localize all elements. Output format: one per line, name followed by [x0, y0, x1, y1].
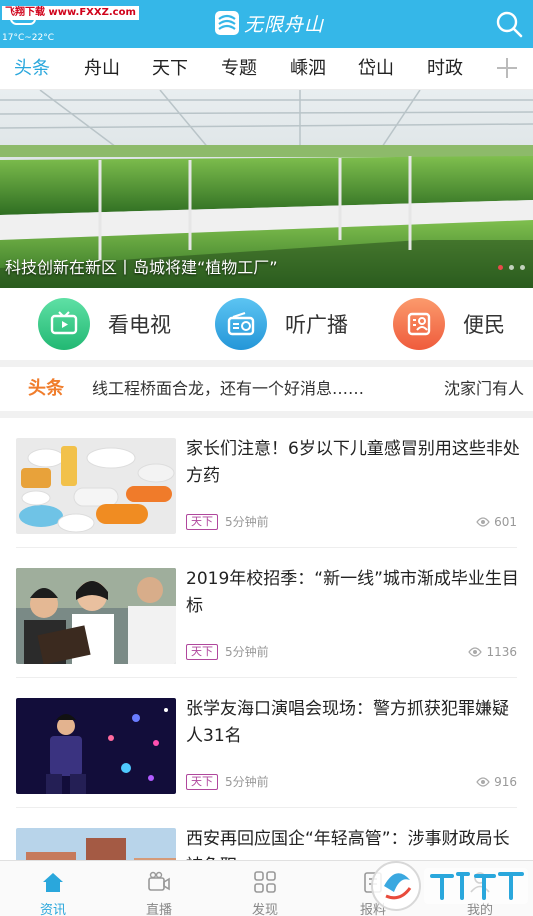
temperature-text: 17°C~22°C [2, 33, 55, 43]
tv-icon [38, 298, 90, 350]
news-tag: 天下 [186, 644, 218, 660]
tab-shengsi[interactable]: 嵊泗 [290, 48, 326, 90]
logo-wave-icon [215, 11, 239, 35]
news-time: 5分钟前 [225, 775, 269, 789]
headline-banner[interactable]: 科技创新在新区丨岛城将建“植物工厂” [0, 90, 533, 288]
video-camera-icon [148, 871, 170, 891]
news-time: 5分钟前 [225, 645, 269, 659]
news-thumbnail [16, 438, 176, 534]
news-title[interactable]: 家长们注意！6岁以下儿童感冒别用这些非处方药 [186, 436, 521, 490]
news-item[interactable]: 2019年校招季：“新一线”城市渐成毕业生目标 天下 5分钟前 1136 [0, 548, 533, 678]
home-icon [43, 873, 63, 892]
search-icon[interactable] [495, 10, 523, 38]
news-item[interactable]: 张学友海口演唱会现场：警方抓获犯罪嫌疑人31名 天下 5分钟前 916 [0, 678, 533, 808]
tab-zhuanti[interactable]: 专题 [221, 48, 257, 90]
news-tag: 天下 [186, 514, 218, 530]
news-title[interactable]: 2019年校招季：“新一线”城市渐成毕业生目标 [186, 566, 521, 620]
nav-live[interactable]: 直播 [106, 861, 212, 916]
nav-discover[interactable]: 发现 [212, 861, 318, 916]
tab-shizheng[interactable]: 时政 [427, 48, 463, 90]
nav-news-label: 资讯 [39, 903, 66, 916]
section-divider [0, 360, 533, 367]
convenience-label: 便民 [463, 313, 505, 337]
news-views: 1136 [468, 644, 517, 660]
eye-icon [476, 517, 490, 527]
add-tab-icon[interactable] [495, 56, 519, 80]
logo-text: 无限舟山 [244, 13, 325, 36]
site-watermark: 飞翔下载 www.FXXZ.com [2, 6, 139, 20]
tab-toutiao[interactable]: 头条 [14, 48, 50, 90]
service-shortcuts: 看电视 听广播 便民 [0, 288, 533, 360]
news-view-count: 601 [494, 515, 517, 529]
app-logo: 无限舟山 [214, 8, 324, 38]
news-title[interactable]: 张学友海口演唱会现场：警方抓获犯罪嫌疑人31名 [186, 696, 521, 750]
news-thumbnail [16, 568, 176, 664]
headline-ticker[interactable]: 头条 线工程桥面合龙，还有一个好消息…… 沈家门有人 [0, 367, 533, 411]
service-card-icon [393, 298, 445, 350]
tab-tianxia[interactable]: 天下 [152, 48, 188, 90]
listen-radio-button[interactable]: 听广播 [215, 298, 348, 350]
news-item[interactable]: 家长们注意！6岁以下儿童感冒别用这些非处方药 天下 5分钟前 601 [0, 418, 533, 548]
section-divider [0, 411, 533, 418]
news-view-count: 1136 [486, 645, 517, 659]
nav-news[interactable]: 资讯 [0, 861, 106, 916]
carousel-indicator [498, 265, 525, 270]
carousel-dot[interactable] [520, 265, 525, 270]
nav-live-label: 直播 [145, 903, 172, 916]
eye-icon [476, 777, 490, 787]
banner-caption: 科技创新在新区丨岛城将建“植物工厂” [5, 258, 278, 277]
news-views: 601 [476, 514, 517, 530]
ticker-text-next[interactable]: 沈家门有人 [444, 367, 524, 411]
eye-icon [468, 647, 483, 657]
watermark-logo-icon [371, 861, 528, 911]
grid-icon [254, 871, 276, 893]
news-tag: 天下 [186, 774, 218, 790]
nav-discover-label: 发现 [251, 903, 278, 916]
news-view-count: 916 [494, 775, 517, 789]
watch-tv-label: 看电视 [108, 313, 171, 337]
app-header: 飞翔下载 www.FXXZ.com 17°C~22°C 无限舟山 [0, 0, 533, 48]
tab-zhoushan[interactable]: 舟山 [84, 48, 120, 90]
news-views: 916 [476, 774, 517, 790]
listen-radio-label: 听广播 [285, 313, 348, 337]
watch-tv-button[interactable]: 看电视 [38, 298, 171, 350]
tab-daishan[interactable]: 岱山 [358, 48, 394, 90]
news-time: 5分钟前 [225, 515, 269, 529]
convenience-button[interactable]: 便民 [393, 298, 505, 350]
ticker-label: 头条 [28, 378, 64, 399]
news-thumbnail [16, 698, 176, 794]
category-tabs: 头条 舟山 天下 专题 嵊泗 岱山 时政 [0, 48, 533, 90]
carousel-dot[interactable] [498, 265, 503, 270]
ticker-text[interactable]: 线工程桥面合龙，还有一个好消息…… [92, 367, 364, 411]
radio-icon [215, 298, 267, 350]
carousel-dot[interactable] [509, 265, 514, 270]
